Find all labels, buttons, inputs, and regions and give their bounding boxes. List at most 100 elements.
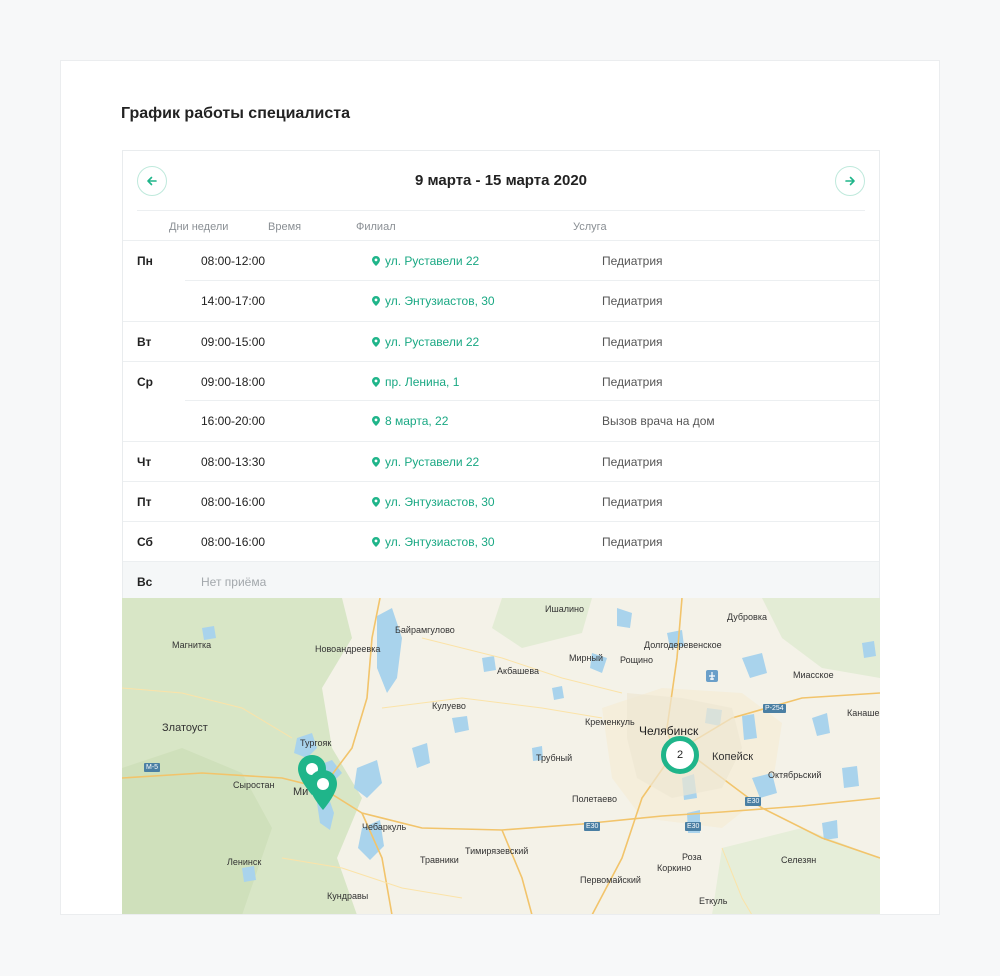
map-label: Полетаево bbox=[572, 794, 617, 804]
map-label: Роза bbox=[682, 852, 702, 862]
time-cell: 14:00-17:00 bbox=[201, 294, 266, 308]
service-cell: Педиатрия bbox=[602, 294, 663, 308]
map-label: Новоандреевка bbox=[315, 644, 381, 654]
table-row: Вт 09:00-15:00 ул. Руставели 22 Педиатри… bbox=[123, 321, 879, 361]
location-pin-icon bbox=[372, 416, 380, 426]
branch-link[interactable]: 8 марта, 22 bbox=[372, 414, 448, 428]
map-label: Тургояк bbox=[300, 738, 332, 748]
map-label: Сыростан bbox=[233, 780, 275, 790]
airport-icon bbox=[706, 670, 718, 682]
branch-label: ул. Энтузиастов, 30 bbox=[385, 294, 495, 308]
route-shield: Е30 bbox=[584, 822, 601, 831]
route-shield: Е30 bbox=[745, 797, 762, 806]
map-label: Мирный bbox=[569, 653, 603, 663]
day-cell: Чт bbox=[137, 455, 152, 469]
time-cell: 08:00-16:00 bbox=[201, 495, 266, 509]
service-cell: Вызов врача на дом bbox=[602, 414, 715, 428]
map-label: Селезян bbox=[781, 855, 817, 865]
no-appointments-text: Нет приёма bbox=[201, 575, 267, 589]
table-header: Дни недели Время Филиал Услуга bbox=[123, 211, 879, 241]
route-shield: Е30 bbox=[685, 822, 702, 831]
map-base bbox=[122, 598, 880, 914]
map-label: Еткуль bbox=[699, 896, 728, 906]
branch-label: ул. Руставели 22 bbox=[385, 455, 480, 469]
column-header-service: Услуга bbox=[573, 221, 607, 233]
map-label: Ленинск bbox=[227, 857, 262, 867]
column-header-time: Время bbox=[268, 221, 302, 233]
service-cell: Педиатрия bbox=[602, 455, 663, 469]
map-label: Трубный bbox=[536, 753, 573, 763]
route-shield: М-5 bbox=[144, 763, 161, 772]
branch-link[interactable]: ул. Руставели 22 bbox=[372, 335, 479, 349]
table-row: Чт 08:00-13:30 ул. Руставели 22 Педиатри… bbox=[123, 441, 879, 481]
table-row: 16:00-20:00 8 марта, 22 Вызов врача на д… bbox=[123, 400, 879, 441]
map-label: Челябинск bbox=[639, 724, 699, 738]
branch-label: пр. Ленина, 1 bbox=[385, 375, 460, 389]
map-cluster-marker[interactable]: 2 bbox=[661, 736, 699, 774]
branch-label: 8 марта, 22 bbox=[385, 414, 449, 428]
location-pin-icon bbox=[372, 256, 380, 266]
branch-label: ул. Энтузиастов, 30 bbox=[385, 535, 495, 549]
branch-link[interactable]: ул. Энтузиастов, 30 bbox=[372, 535, 495, 549]
map-label: Коркино bbox=[657, 863, 692, 873]
map-label: Рощино bbox=[620, 655, 654, 665]
location-pin-icon bbox=[372, 457, 380, 467]
table-row: 14:00-17:00 ул. Энтузиастов, 30 Педиатри… bbox=[123, 280, 879, 321]
map-label: Травники bbox=[420, 855, 459, 865]
branch-link[interactable]: ул. Энтузиастов, 30 bbox=[372, 294, 495, 308]
map-label: Кундравы bbox=[327, 891, 369, 901]
map-label: Кулуево bbox=[432, 701, 466, 711]
branch-label: ул. Руставели 22 bbox=[385, 254, 480, 268]
week-range-label: 9 марта - 15 марта 2020 bbox=[414, 172, 588, 189]
map-label: Первомайский bbox=[580, 875, 641, 885]
location-pin-icon bbox=[372, 537, 380, 547]
time-cell: 09:00-15:00 bbox=[201, 335, 266, 349]
time-cell: 08:00-12:00 bbox=[201, 254, 266, 268]
next-week-button[interactable] bbox=[835, 166, 865, 196]
branch-link[interactable]: ул. Руставели 22 bbox=[372, 254, 479, 268]
map-label: Канашево bbox=[847, 708, 880, 718]
day-cell: Пт bbox=[137, 495, 152, 509]
service-cell: Педиатрия bbox=[602, 495, 663, 509]
time-cell: 16:00-20:00 bbox=[201, 414, 266, 428]
schedule-card: График работы специалиста 9 марта - 15 м… bbox=[60, 60, 940, 915]
map-label: Чебаркуль bbox=[362, 822, 407, 832]
table-row: Пн 08:00-12:00 ул. Руставели 22 Педиатри… bbox=[123, 241, 879, 281]
day-cell: Ср bbox=[137, 375, 153, 389]
service-cell: Педиатрия bbox=[602, 335, 663, 349]
table-row: Сб 08:00-16:00 ул. Энтузиастов, 30 Педиа… bbox=[123, 521, 879, 561]
day-cell: Сб bbox=[137, 535, 153, 549]
service-cell: Педиатрия bbox=[602, 535, 663, 549]
arrow-right-icon bbox=[845, 176, 855, 186]
map-label: Байрамгулово bbox=[395, 625, 455, 635]
table-row: Пт 08:00-16:00 ул. Энтузиастов, 30 Педиа… bbox=[123, 481, 879, 521]
map-marker-icon[interactable] bbox=[308, 770, 338, 810]
map-label: Акбашева bbox=[497, 666, 540, 676]
location-pin-icon bbox=[372, 337, 380, 347]
map-label: Копейск bbox=[712, 751, 754, 763]
map-label: Магнитка bbox=[172, 640, 212, 650]
branch-link[interactable]: ул. Руставели 22 bbox=[372, 455, 479, 469]
time-cell: 08:00-13:30 bbox=[201, 455, 266, 469]
route-shield: Р-254 bbox=[763, 704, 786, 713]
page-title: График работы специалиста bbox=[121, 105, 350, 122]
map-label: Златоуст bbox=[162, 722, 208, 734]
map-label: Октябрьский bbox=[768, 770, 822, 780]
map-label: Долгодеревенское bbox=[644, 640, 722, 650]
branch-link[interactable]: ул. Энтузиастов, 30 bbox=[372, 495, 495, 509]
location-pin-icon bbox=[372, 377, 380, 387]
day-cell: Вт bbox=[137, 335, 152, 349]
table-row: Ср 09:00-18:00 пр. Ленина, 1 Педиатрия bbox=[123, 361, 879, 401]
branch-label: ул. Энтузиастов, 30 bbox=[385, 495, 495, 509]
map-label: Тимирязевский bbox=[465, 846, 529, 856]
time-cell: 08:00-16:00 bbox=[201, 535, 266, 549]
map-label: Ишалино bbox=[545, 604, 584, 614]
map-label: Дубровка bbox=[727, 612, 767, 622]
branch-link[interactable]: пр. Ленина, 1 bbox=[372, 375, 459, 389]
service-cell: Педиатрия bbox=[602, 375, 663, 389]
location-pin-icon bbox=[372, 296, 380, 306]
day-cell: Вс bbox=[137, 575, 153, 589]
branches-map[interactable]: Ишалино Дубровка Байрамгулово Новоандрее… bbox=[122, 598, 880, 914]
table-row-day-off: Вс Нет приёма bbox=[123, 561, 879, 601]
day-cell: Пн bbox=[137, 254, 153, 268]
